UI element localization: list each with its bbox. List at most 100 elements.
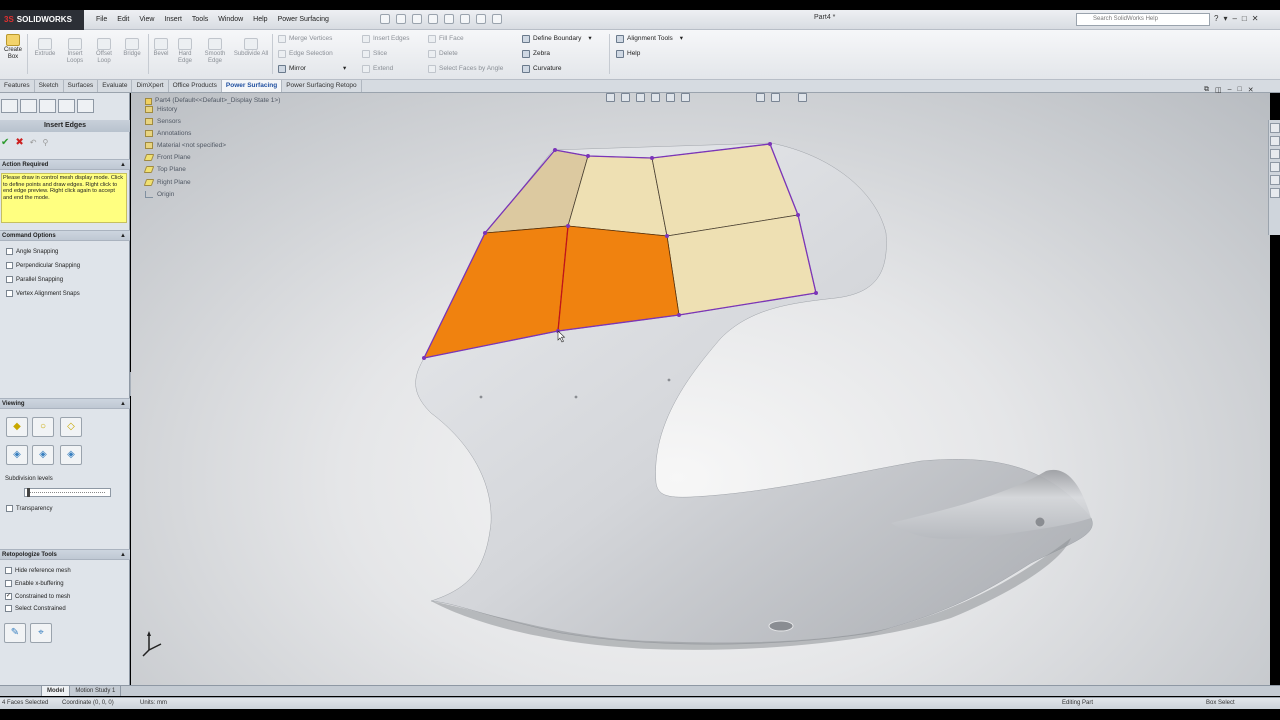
tree-item-origin[interactable]: Origin	[145, 189, 280, 201]
restore-icon[interactable]: ⧉	[1204, 86, 1209, 94]
checkbox[interactable]	[6, 505, 13, 512]
slider-handle[interactable]	[27, 488, 30, 497]
retopo-tool-1-icon[interactable]: ✎	[4, 623, 26, 643]
tab-office-products[interactable]: Office Products	[169, 80, 222, 92]
model-canvas[interactable]	[131, 93, 1270, 685]
enable-x-buffering-option[interactable]: Enable x-buffering	[5, 580, 64, 587]
help-dropdown-icon[interactable]: ?	[1214, 14, 1218, 23]
subdivide-all-button[interactable]: Subdivide All	[233, 38, 269, 58]
select-mode-status[interactable]: Box Select	[1206, 700, 1235, 706]
delete-button[interactable]: Delete	[428, 49, 458, 59]
file-explorer-icon[interactable]	[1270, 149, 1280, 159]
edge-selection-button[interactable]: Edge Selection	[278, 49, 333, 59]
graphics-area[interactable]: Part4 (Default<<Default>_Display State 1…	[131, 93, 1270, 685]
view-palette-icon[interactable]	[1270, 162, 1280, 172]
undo-icon[interactable]	[444, 14, 454, 24]
tab-dimxpert[interactable]: DimXpert	[132, 80, 169, 92]
view-settings-icon[interactable]	[798, 93, 807, 102]
previous-view-icon[interactable]	[636, 93, 645, 102]
close-icon[interactable]: ✕	[1248, 86, 1254, 94]
checkbox[interactable]	[5, 567, 12, 574]
cancel-button[interactable]: ✖	[15, 137, 23, 149]
minimize-icon[interactable]: –	[1228, 86, 1232, 94]
angle-snapping-option[interactable]: Angle Snapping	[6, 248, 58, 255]
tree-item-top-plane[interactable]: Top Plane	[143, 164, 280, 176]
bridge-button[interactable]: Bridge	[118, 38, 146, 58]
checkbox[interactable]	[6, 290, 13, 297]
custom-properties-icon[interactable]	[1270, 188, 1280, 198]
hide-reference-mesh-option[interactable]: Hide reference mesh	[5, 567, 71, 574]
hide-show-icon[interactable]	[756, 93, 765, 102]
view-orientation-icon[interactable]	[666, 93, 675, 102]
zoom-to-area-icon[interactable]	[621, 93, 630, 102]
options-icon[interactable]	[492, 14, 502, 24]
help-button[interactable]: Help	[616, 49, 640, 59]
dimxpert-icon[interactable]	[58, 99, 75, 113]
rebuild-icon[interactable]	[476, 14, 486, 24]
open-icon[interactable]	[396, 14, 406, 24]
zebra-button[interactable]: Zebra	[522, 49, 550, 59]
appearance-icon[interactable]	[77, 99, 94, 113]
chevron-down-icon[interactable]: ▾	[588, 34, 591, 44]
menu-file[interactable]: File	[92, 14, 111, 26]
tree-item-right-plane[interactable]: Right Plane	[143, 177, 280, 189]
new-doc-icon[interactable]	[380, 14, 390, 24]
smooth-edge-button[interactable]: Smooth Edge	[200, 38, 230, 65]
tab-features[interactable]: Features	[0, 80, 35, 92]
perpendicular-snapping-option[interactable]: Perpendicular Snapping	[6, 262, 80, 269]
retopologize-tools-header[interactable]: Retopologize Tools ▲	[0, 549, 130, 560]
view-mode-2-icon[interactable]: ◈	[32, 445, 54, 465]
retopo-tool-2-icon[interactable]: ⌖	[30, 623, 52, 643]
offset-loop-button[interactable]: Offset Loop	[90, 38, 118, 65]
tab-power-surfacing-retopo[interactable]: Power Surfacing Retopo	[282, 80, 362, 92]
pushpin-icon[interactable]: ⚲	[42, 137, 48, 149]
display-smooth-icon[interactable]: ○	[32, 417, 54, 437]
tab-evaluate[interactable]: Evaluate	[98, 80, 133, 92]
tree-item-front-plane[interactable]: Front Plane	[143, 152, 280, 164]
subdivision-levels-slider[interactable]	[24, 488, 111, 497]
solidworks-resources-icon[interactable]	[1270, 123, 1280, 133]
select-constrained-option[interactable]: Select Constrained	[5, 605, 66, 612]
define-boundary-button[interactable]: Define Boundary ▾	[522, 34, 592, 44]
menu-power-surfacing[interactable]: Power Surfacing	[274, 14, 333, 26]
tree-root[interactable]: Part4 (Default<<Default>_Display State 1…	[145, 97, 280, 105]
curvature-button[interactable]: Curvature	[522, 64, 562, 74]
view-mode-3-icon[interactable]: ◈	[60, 445, 82, 465]
command-options-header[interactable]: Command Options ▲	[0, 230, 130, 241]
checkbox[interactable]	[5, 605, 12, 612]
menu-tools[interactable]: Tools	[188, 14, 212, 26]
tab-sketch[interactable]: Sketch	[35, 80, 64, 92]
maximize-icon[interactable]: □	[1242, 14, 1247, 23]
design-library-icon[interactable]	[1270, 136, 1280, 146]
menu-help[interactable]: Help	[249, 14, 271, 26]
display-style-icon[interactable]	[681, 93, 690, 102]
vertex-alignment-snaps-option[interactable]: Vertex Alignment Snaps	[6, 290, 80, 297]
action-required-header[interactable]: Action Required ▲	[0, 159, 130, 170]
checkbox[interactable]	[6, 276, 13, 283]
mirror-button[interactable]: Mirror ▾	[278, 64, 346, 74]
ok-button[interactable]: ✔	[1, 137, 9, 149]
tree-item-history[interactable]: History	[145, 104, 280, 116]
merge-vertices-button[interactable]: Merge Vertices	[278, 34, 332, 44]
parallel-snapping-option[interactable]: Parallel Snapping	[6, 276, 63, 283]
tab-nav-arrows[interactable]	[0, 686, 42, 696]
chevron-down-icon[interactable]: ▾	[680, 34, 683, 44]
solidworks-logo[interactable]: 3S SOLIDWORKS	[0, 10, 84, 30]
edit-appearance-icon[interactable]	[771, 93, 780, 102]
menu-edit[interactable]: Edit	[113, 14, 133, 26]
tab-model[interactable]: Model	[42, 686, 71, 696]
extend-button[interactable]: Extend	[362, 64, 393, 74]
chevron-down-icon[interactable]: ▾	[343, 64, 346, 74]
insert-edges-button[interactable]: Insert Edges	[362, 34, 410, 44]
minimize-icon[interactable]: –	[1232, 14, 1236, 23]
configuration-icon[interactable]	[39, 99, 56, 113]
menu-window[interactable]: Window	[214, 14, 247, 26]
tab-motion-study[interactable]: Motion Study 1	[70, 686, 122, 696]
bevel-button[interactable]: Bevel	[150, 38, 172, 58]
hard-edge-button[interactable]: Hard Edge	[173, 38, 197, 65]
search-input[interactable]: Search SolidWorks Help	[1076, 13, 1210, 26]
checkbox[interactable]	[6, 248, 13, 255]
display-shaded-icon[interactable]: ◆	[6, 417, 28, 437]
property-manager-icon[interactable]	[20, 99, 37, 113]
close-icon[interactable]: ✕	[1252, 14, 1259, 23]
